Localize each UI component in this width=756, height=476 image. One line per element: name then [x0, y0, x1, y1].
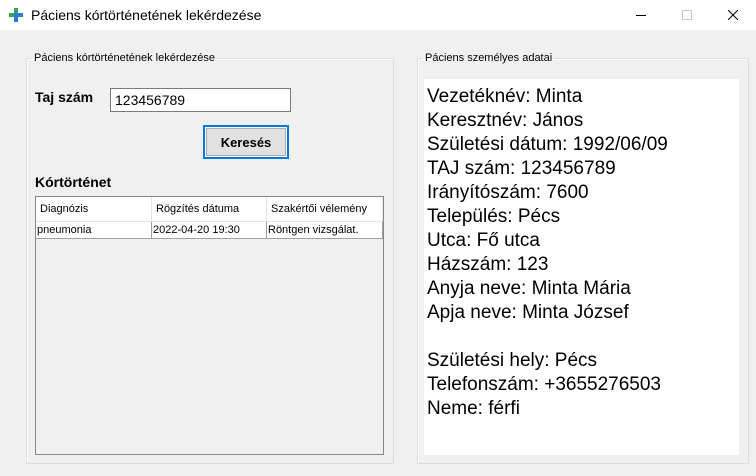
cell-expert-opinion[interactable]: Röntgen vizsgálat.	[267, 222, 383, 238]
maximize-button[interactable]	[664, 0, 710, 30]
detail-last-name: Vezetéknév: Minta	[427, 86, 583, 107]
detail-first-name: Keresztnév: János	[427, 110, 584, 131]
detail-taj-number: TAJ szám: 123456789	[427, 158, 616, 179]
window-title: Páciens kórtörténetének lekérdezése	[31, 7, 262, 23]
medical-cross-icon	[9, 8, 23, 22]
app-window: Páciens kórtörténetének lekérdezése Páci…	[0, 0, 756, 476]
detail-father-name: Apja neve: Minta József	[427, 302, 629, 323]
detail-mother-name: Anyja neve: Minta Mária	[427, 278, 631, 299]
personal-data-legend: Páciens személyes adatai	[425, 52, 553, 64]
close-button[interactable]	[710, 0, 756, 30]
maximize-icon	[682, 10, 692, 20]
column-header-record-date[interactable]: Rögzítés dátuma	[152, 197, 267, 221]
detail-blank-line	[427, 325, 739, 349]
column-header-diagnosis[interactable]: Diagnózis	[36, 197, 152, 221]
history-query-legend: Páciens kórtörténetének lekérdezése	[34, 52, 215, 64]
table-header: Diagnózis Rögzítés dátuma Szakértői véle…	[36, 197, 383, 222]
personal-data-textbox[interactable]: Vezetéknév: Minta Keresztnév: János Szül…	[424, 79, 739, 455]
detail-birth-date: Születési dátum: 1992/06/09	[427, 134, 668, 155]
detail-birth-place: Születési hely: Pécs	[427, 350, 598, 371]
detail-house-number: Házszám: 123	[427, 254, 549, 275]
title-bar[interactable]: Páciens kórtörténetének lekérdezése	[0, 0, 756, 30]
taj-input[interactable]	[110, 88, 291, 112]
detail-sex: Neme: férfi	[427, 398, 520, 419]
column-header-expert-opinion[interactable]: Szakértői vélemény	[267, 197, 383, 221]
cell-record-date[interactable]: 2022-04-20 19:30	[152, 222, 267, 238]
table-row[interactable]: pneumonia 2022-04-20 19:30 Röntgen vizsg…	[36, 222, 383, 239]
detail-city: Település: Pécs	[427, 206, 561, 227]
search-button[interactable]: Keresés	[203, 125, 289, 159]
minimize-icon	[636, 15, 646, 16]
minimize-button[interactable]	[618, 0, 664, 30]
detail-phone: Telefonszám: +3655276503	[427, 374, 661, 395]
taj-label: Taj szám	[35, 89, 94, 105]
history-table[interactable]: Diagnózis Rögzítés dátuma Szakértői véle…	[35, 196, 384, 455]
cell-diagnosis[interactable]: pneumonia	[36, 222, 152, 238]
detail-street: Utca: Fő utca	[427, 230, 540, 251]
detail-zip-code: Irányítószám: 7600	[427, 182, 589, 203]
close-icon	[728, 10, 738, 20]
history-label: Kórtörténet	[35, 174, 112, 190]
